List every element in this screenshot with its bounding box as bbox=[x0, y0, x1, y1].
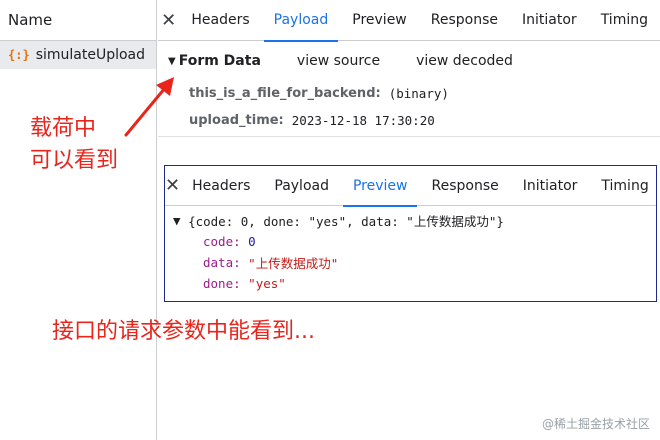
annotation-note-payload: 载荷中 可以看到 bbox=[30, 113, 140, 177]
annotation-arrow-icon bbox=[124, 77, 174, 137]
annotation-line: 载荷中 bbox=[30, 116, 97, 141]
annotation-line: 可以看到 bbox=[30, 148, 119, 173]
watermark: @稀土掘金技术社区 bbox=[541, 417, 650, 431]
devtools-screenshot: Name {:} simulateUpload ✕ Headers Payloa… bbox=[0, 0, 660, 440]
annotation-note-preview: 接口的请求参数中能看到... bbox=[52, 319, 315, 344]
